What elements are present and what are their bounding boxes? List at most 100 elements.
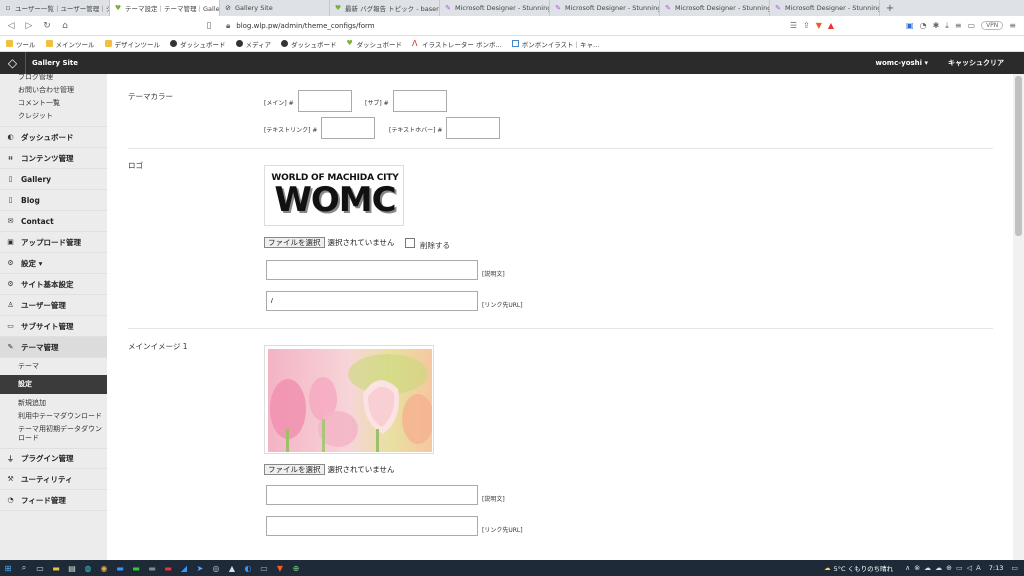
- bookmark-icon[interactable]: ▯: [202, 19, 216, 33]
- app-icon[interactable]: ➤: [192, 560, 208, 576]
- scrollbar-thumb[interactable]: [1015, 76, 1022, 236]
- app-icon[interactable]: ▬: [160, 560, 176, 576]
- sidebar-item-contact[interactable]: ✉ Contact: [0, 211, 107, 232]
- notification-icon[interactable]: ▭: [1011, 564, 1018, 572]
- sidebar-item-gallery[interactable]: ▯ Gallery: [0, 169, 107, 190]
- sidebar-item-subsites[interactable]: ▭ サブサイト管理: [0, 316, 107, 337]
- sidebar-item-users[interactable]: ♙ ユーザー管理: [0, 295, 107, 316]
- bookmark-item[interactable]: デザインツール: [104, 39, 160, 49]
- logo-delete-checkbox[interactable]: [405, 238, 415, 248]
- bookmark-item[interactable]: ♥ ダッシュボード: [347, 39, 403, 49]
- sidebar-item-dashboard[interactable]: ◐ ダッシュボード: [0, 127, 107, 148]
- browser-tab[interactable]: ♥ 最新 バグ報告 トピック - baserCM: [330, 0, 440, 16]
- file-explorer-icon[interactable]: ▬: [48, 560, 64, 576]
- app-icon[interactable]: ◢: [176, 560, 192, 576]
- menu-icon[interactable]: ≡: [1009, 21, 1016, 30]
- main-image-1-link-input[interactable]: [266, 516, 478, 536]
- browser-tab[interactable]: ✎ Microsoft Designer - Stunning: [550, 0, 660, 16]
- back-icon[interactable]: ◁: [4, 19, 18, 33]
- tray-app-icon[interactable]: ⊗: [914, 564, 920, 572]
- bookmark-item[interactable]: ダッシュボード: [281, 39, 337, 49]
- app-icon[interactable]: ▬: [144, 560, 160, 576]
- bookmark-item[interactable]: メインツール: [45, 39, 95, 49]
- sidebar-toggle-icon[interactable]: ▣: [906, 21, 914, 30]
- edge-icon[interactable]: ◍: [80, 560, 96, 576]
- brave-icon[interactable]: ▼: [272, 560, 288, 576]
- browser-tab[interactable]: ✎ Microsoft Designer - Stunning: [770, 0, 880, 16]
- site-name-link[interactable]: Gallery Site: [32, 59, 78, 67]
- share-icon[interactable]: ⇪: [803, 21, 810, 30]
- network-icon[interactable]: ▭: [956, 564, 963, 572]
- main-image-1-alt-input[interactable]: [266, 485, 478, 505]
- search-icon[interactable]: ⌕: [16, 560, 32, 576]
- chevron-up-icon[interactable]: ∧: [905, 564, 910, 572]
- sidebar-item-plugins[interactable]: ⏚ プラグイン管理: [0, 448, 107, 469]
- browser-tab[interactable]: ▫ ユーザー一覧｜ユーザー管理｜シス: [0, 0, 110, 16]
- main-image-1-file-button[interactable]: ファイルを選択: [264, 464, 325, 475]
- browser-tab[interactable]: ✎ Microsoft Designer - Stunning: [660, 0, 770, 16]
- volume-icon[interactable]: ◁: [967, 564, 972, 572]
- bookmark-item[interactable]: メディア: [235, 39, 271, 49]
- chrome-icon[interactable]: ◉: [96, 560, 112, 576]
- url-field[interactable]: 🔒︎ blog.wlp.pw/admin/theme_configs/form: [226, 21, 375, 31]
- bookmark-item[interactable]: ツール: [6, 39, 36, 49]
- main-image-1-file-chooser[interactable]: ファイルを選択 選択されていません: [264, 464, 395, 475]
- tray-app-icon[interactable]: ☁: [935, 564, 942, 572]
- sidebar-subitem-download-default-data[interactable]: テーマ用初期データダウンロード: [0, 423, 107, 448]
- download-icon[interactable]: ⤓: [945, 21, 949, 31]
- app-icon[interactable]: ◎: [208, 560, 224, 576]
- sidebar-item-site-config[interactable]: ⚙ サイト基本設定: [0, 274, 107, 295]
- sidebar-item-utilities[interactable]: ⚒ ユーティリティ: [0, 469, 107, 490]
- app-icon[interactable]: ◐: [240, 560, 256, 576]
- sidebar-subitem-add-theme[interactable]: 新規追加: [0, 394, 107, 410]
- windows-start-icon[interactable]: ⊞: [0, 560, 16, 576]
- logo-file-button[interactable]: ファイルを選択: [264, 237, 325, 248]
- app-icon[interactable]: ▤: [64, 560, 80, 576]
- reader-icon[interactable]: ☰: [790, 21, 797, 30]
- sidebar-subitem[interactable]: お問い合わせ管理: [0, 84, 107, 97]
- text-link-color-input[interactable]: [321, 117, 375, 139]
- app-icon[interactable]: ▲: [224, 560, 240, 576]
- ime-icon[interactable]: A: [976, 564, 981, 572]
- sidebar-subitem-download-theme[interactable]: 利用中テーマダウンロード: [0, 410, 107, 423]
- sidebar-item-blog[interactable]: ▯ Blog: [0, 190, 107, 211]
- sidebar-item-upload[interactable]: ▣ アップロード管理: [0, 232, 107, 253]
- brave-shield-icon[interactable]: ▼: [816, 21, 822, 30]
- browser-tab[interactable]: ⊘ Gallery Site: [220, 0, 330, 16]
- bookmark-item[interactable]: Λ イラストレーター ボンボ...: [412, 39, 502, 49]
- text-hover-color-input[interactable]: [446, 117, 500, 139]
- sidebar-subitem[interactable]: コメント一覧: [0, 97, 107, 110]
- browser-tab-active[interactable]: ♥テーマ設定｜テーマ管理｜Galle✕: [110, 0, 220, 16]
- logo-link-input[interactable]: [266, 291, 478, 311]
- clock[interactable]: 7:13: [989, 564, 1004, 572]
- media-icon[interactable]: ≡: [955, 21, 962, 30]
- app-icon[interactable]: ⊕: [288, 560, 304, 576]
- sidebar-subitem[interactable]: クレジット: [0, 110, 107, 123]
- sidebar-item-themes[interactable]: ✎ テーマ管理: [0, 337, 107, 358]
- sidebar-subitem-theme[interactable]: テーマ: [0, 358, 107, 375]
- line-icon[interactable]: ▬: [128, 560, 144, 576]
- sidebar-subitem[interactable]: ブログ管理: [0, 74, 107, 84]
- wallet-icon[interactable]: ◔: [920, 21, 927, 30]
- page-scrollbar[interactable]: [1013, 74, 1024, 560]
- brave-rewards-icon[interactable]: ▲: [828, 21, 834, 30]
- bookmark-item[interactable]: ダッシュボード: [170, 39, 226, 49]
- user-menu[interactable]: womc-yoshi ▾: [876, 59, 929, 67]
- app-icon[interactable]: ▭: [256, 560, 272, 576]
- basercms-logo-icon[interactable]: ◇: [0, 52, 26, 74]
- sidebar-subitem-theme-config[interactable]: 設定: [0, 375, 107, 394]
- logo-alt-input[interactable]: [266, 260, 478, 280]
- logo-file-chooser[interactable]: ファイルを選択 選択されていません: [264, 237, 395, 248]
- home-icon[interactable]: ⌂: [58, 19, 72, 33]
- window-icon[interactable]: ▭: [968, 21, 976, 30]
- task-view-icon[interactable]: ▭: [32, 560, 48, 576]
- sidebar-item-feeds[interactable]: ◔ フィード管理: [0, 490, 107, 511]
- tray-app-icon[interactable]: ⊕: [946, 564, 952, 572]
- sidebar-item-settings[interactable]: ⚙ 設定 ▾: [0, 253, 107, 274]
- browser-tab[interactable]: ✎ Microsoft Designer - Stunning: [440, 0, 550, 16]
- sidebar-item-contents[interactable]: ⠶ コンテンツ管理: [0, 148, 107, 169]
- clear-cache-button[interactable]: キャッシュクリア: [948, 58, 1004, 68]
- reload-icon[interactable]: ↻: [40, 19, 54, 33]
- weather-widget[interactable]: ☁ 5°C くもりのち晴れ: [824, 563, 893, 573]
- app-icon[interactable]: ▬: [112, 560, 128, 576]
